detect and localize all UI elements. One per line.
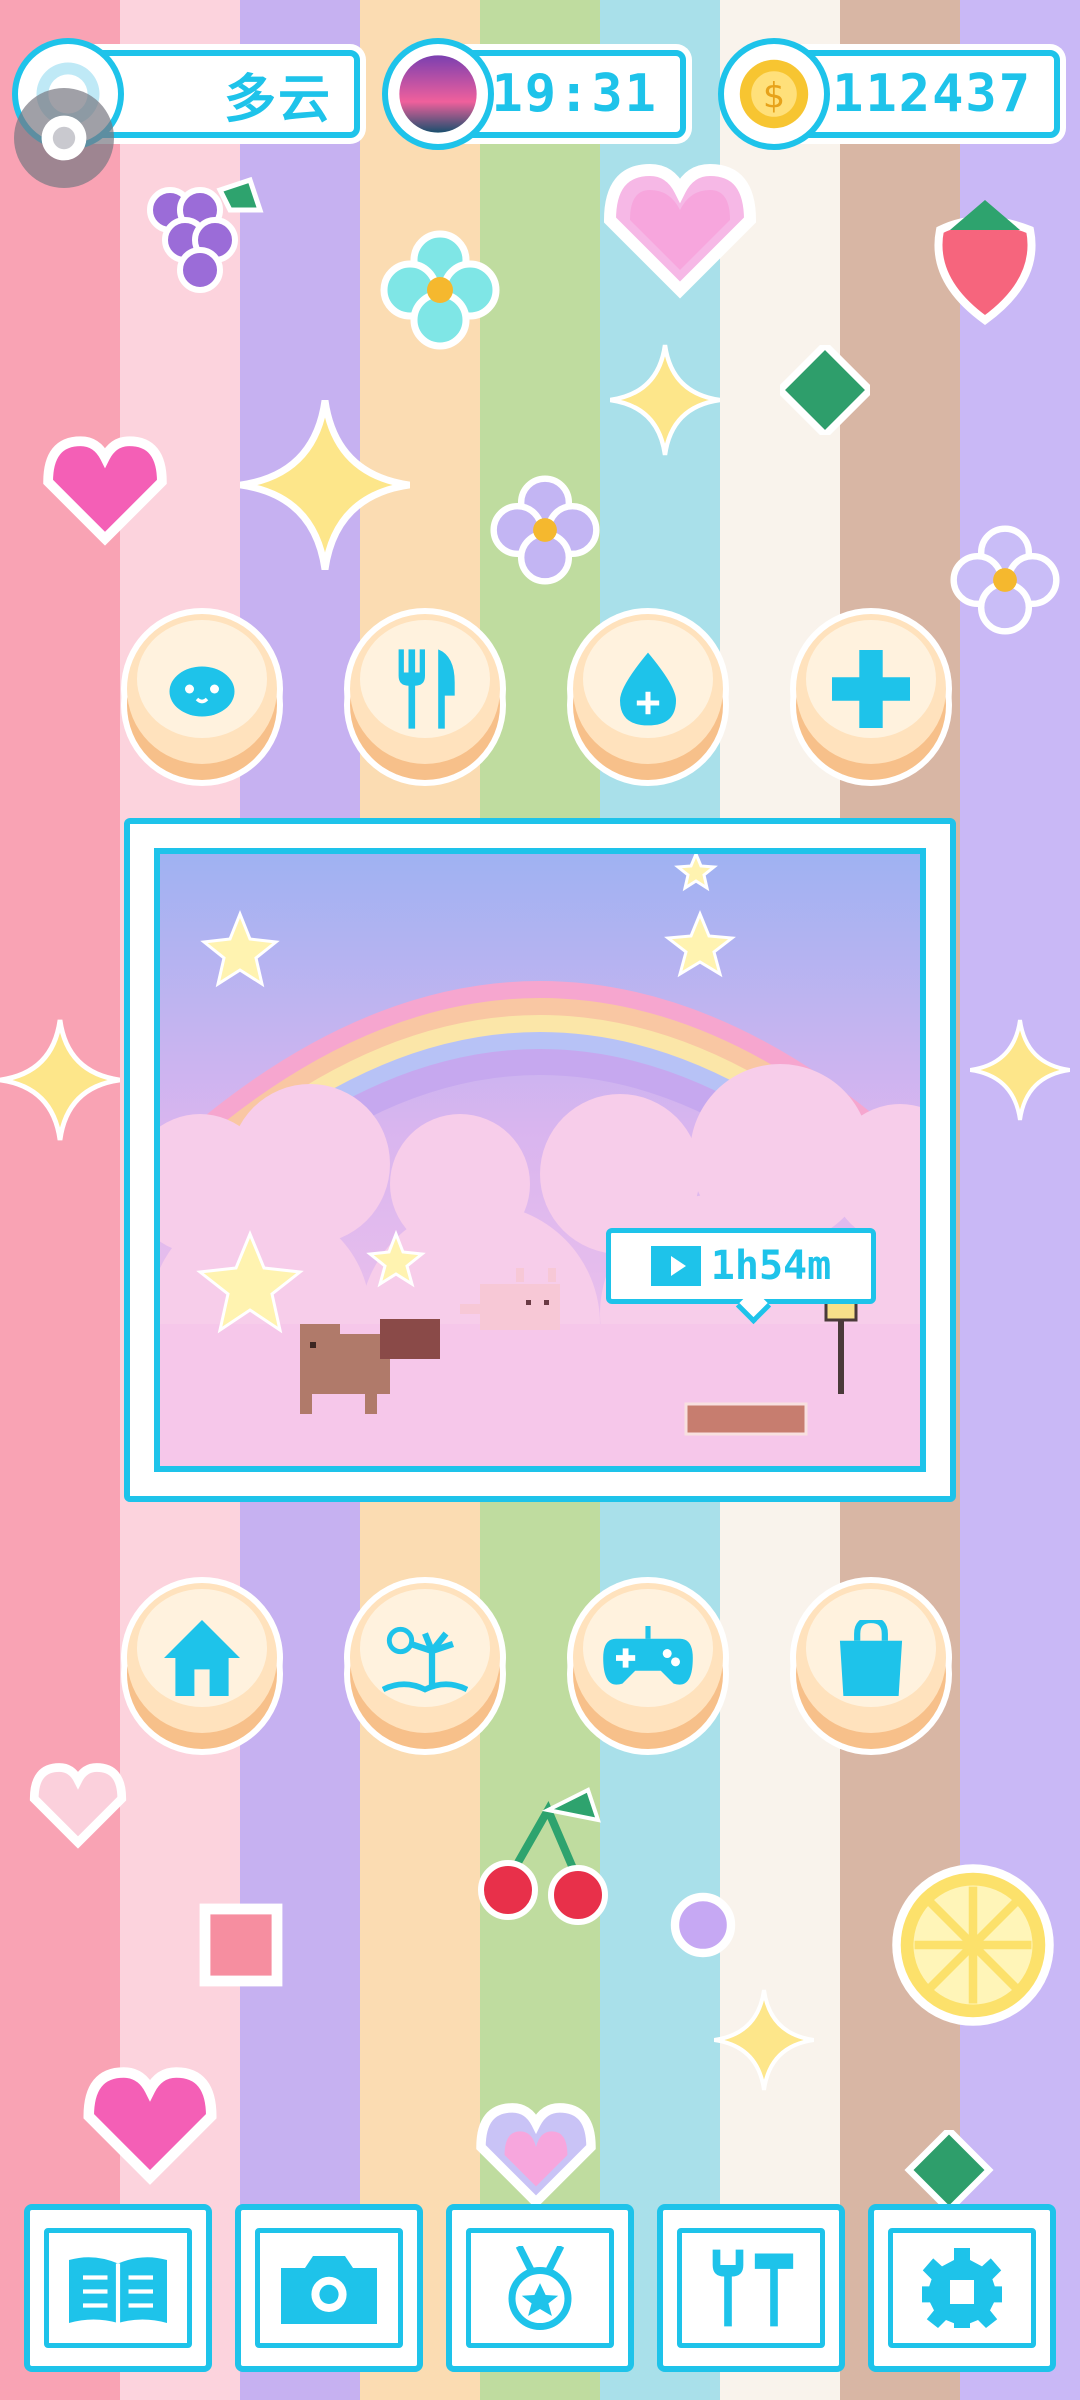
clock-time: 19:31 (491, 64, 658, 124)
status-header: 多云 19:31 112437 $ (0, 38, 1080, 158)
shop-button[interactable] (796, 1583, 946, 1733)
water-drop-icon (620, 652, 676, 726)
pet-face-icon (169, 666, 235, 717)
shop-bag-icon (839, 1620, 903, 1696)
settings-gear-icon (922, 2248, 1002, 2328)
play-game-button[interactable] (573, 1583, 723, 1733)
settings-button[interactable] (868, 2204, 1056, 2372)
camera-button[interactable] (235, 2204, 423, 2372)
sunset-icon (382, 38, 494, 150)
home-button[interactable] (127, 1583, 277, 1733)
ad-timer-text: 1h54m (710, 1243, 832, 1289)
cherry-icon (477, 1787, 609, 1926)
tools-icon (712, 2249, 794, 2327)
heart-outline-icon (29, 1763, 127, 1849)
pet-bed (684, 1402, 808, 1436)
water-button[interactable] (573, 614, 723, 764)
tools-button[interactable] (657, 2204, 845, 2372)
beach-island-icon (382, 1626, 468, 1693)
medal-icon (508, 2246, 572, 2330)
health-plus-icon (832, 650, 910, 728)
video-ad-icon (650, 1246, 701, 1286)
beach-button[interactable] (350, 1583, 500, 1733)
flower-icon (380, 230, 500, 350)
flower-icon (490, 475, 600, 585)
diamond-icon (780, 345, 870, 435)
bottom-nav (24, 2204, 1056, 2372)
achievements-button[interactable] (446, 2204, 634, 2372)
grapes-icon (147, 176, 264, 293)
heart-icon (43, 436, 167, 546)
heart-icon (603, 163, 757, 299)
rainbow-cloud-scene (160, 854, 920, 1466)
home-icon (164, 1620, 240, 1696)
lemon-icon (892, 1864, 1054, 2026)
feed-button[interactable] (350, 614, 500, 764)
ad-timer-bubble[interactable]: 1h54m (606, 1228, 876, 1304)
coin-icon: $ (718, 38, 830, 150)
floating-assistant-button[interactable] (14, 88, 114, 188)
sparkle-icon (714, 1989, 814, 2091)
sparkle-icon (970, 1019, 1070, 1121)
weather-label: 多云 (223, 69, 332, 130)
heart-icon (83, 2067, 217, 2185)
pet-scene[interactable] (154, 848, 926, 1472)
sparkle-icon (240, 400, 410, 570)
health-button[interactable] (796, 614, 946, 764)
journal-button[interactable] (24, 2204, 212, 2372)
svg-text:$: $ (763, 77, 785, 117)
book-icon (69, 2257, 167, 2323)
sparkle-icon (0, 1019, 120, 1141)
pet-scene-frame (124, 818, 956, 1502)
square-icon (199, 1903, 283, 1987)
heart-icon (476, 2103, 596, 2209)
gamepad-icon (603, 1626, 693, 1685)
food-fork-knife-icon (398, 649, 455, 729)
coins-amount: 112437 (832, 64, 1032, 124)
sparkle-icon (610, 344, 720, 456)
strawberry-icon (934, 200, 1036, 325)
flower-icon (950, 525, 1060, 635)
dot-icon (670, 1892, 736, 1958)
pet-status-button[interactable] (127, 614, 277, 764)
diamond-icon (904, 2130, 994, 2210)
camera-icon (281, 2256, 377, 2324)
